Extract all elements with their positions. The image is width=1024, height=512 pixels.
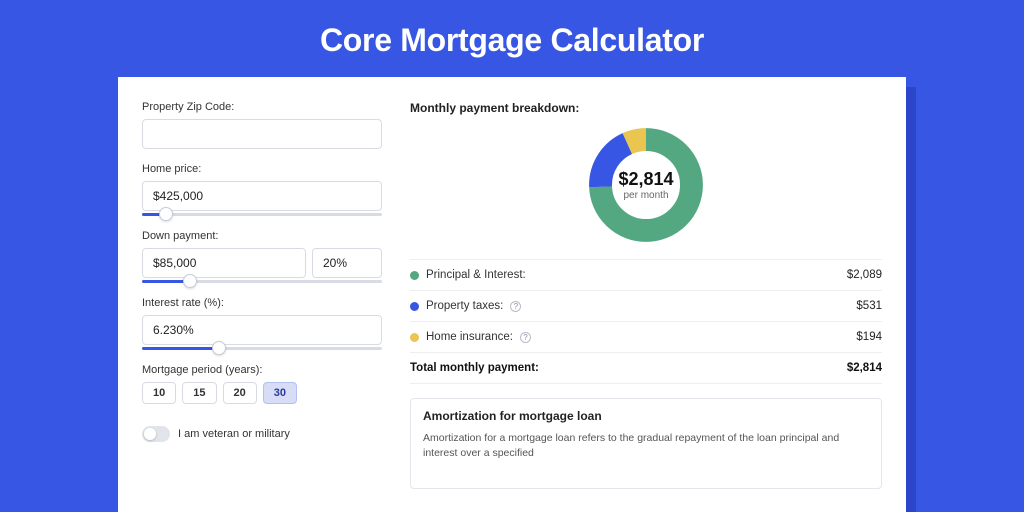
breakdown-title: Monthly payment breakdown: [410,101,882,115]
veteran-row: I am veteran or military [142,426,382,442]
breakdown-column: Monthly payment breakdown: $2,814 per mo… [410,101,882,489]
legend-dot-icon [410,271,419,280]
amortization-body: Amortization for a mortgage loan refers … [423,431,869,460]
amortization-title: Amortization for mortgage loan [423,409,869,423]
breakdown-rows: Principal & Interest: $2,089 Property taxe… [410,259,882,384]
breakdown-row-label: Property taxes: [426,300,503,312]
down-payment-slider[interactable] [142,280,382,283]
breakdown-row-value: $194 [856,331,882,343]
slider-thumb[interactable] [183,274,197,288]
calculator-card: Property Zip Code: Home price: Down paym… [118,77,906,512]
total-value: $2,814 [847,362,882,374]
info-icon[interactable]: ? [520,332,531,343]
period-chip-15[interactable]: 15 [182,382,216,404]
down-payment-label: Down payment: [142,230,382,242]
breakdown-row-value: $2,089 [847,269,882,281]
breakdown-row: Property taxes:? $531 [410,291,882,322]
donut-center: $2,814 per month [586,125,706,245]
home-price-group: Home price: [142,163,382,216]
legend-dot-icon [410,302,419,311]
home-price-input[interactable] [142,181,382,211]
down-payment-input[interactable] [142,248,306,278]
veteran-label: I am veteran or military [178,428,290,440]
breakdown-row-value: $531 [856,300,882,312]
form-column: Property Zip Code: Home price: Down paym… [142,101,382,489]
home-price-slider[interactable] [142,213,382,216]
veteran-toggle[interactable] [142,426,170,442]
donut-sub: per month [623,190,668,201]
period-chips: 10 15 20 30 [142,382,382,404]
period-label: Mortgage period (years): [142,364,382,376]
breakdown-row: Principal & Interest: $2,089 [410,260,882,291]
home-price-label: Home price: [142,163,382,175]
period-chip-10[interactable]: 10 [142,382,176,404]
total-label: Total monthly payment: [410,362,539,374]
zip-label: Property Zip Code: [142,101,382,113]
interest-input[interactable] [142,315,382,345]
interest-label: Interest rate (%): [142,297,382,309]
info-icon[interactable]: ? [510,301,521,312]
interest-group: Interest rate (%): [142,297,382,350]
breakdown-row-label: Home insurance: [426,331,513,343]
period-chip-20[interactable]: 20 [223,382,257,404]
down-payment-pct-input[interactable] [312,248,382,278]
breakdown-row-label: Principal & Interest: [426,269,526,281]
donut-chart: $2,814 per month [410,125,882,245]
slider-thumb[interactable] [212,341,226,355]
breakdown-total-row: Total monthly payment: $2,814 [410,353,882,384]
donut-value: $2,814 [618,169,673,190]
interest-slider[interactable] [142,347,382,350]
down-payment-group: Down payment: [142,230,382,283]
page-title: Core Mortgage Calculator [0,0,1024,77]
slider-thumb[interactable] [159,207,173,221]
zip-input[interactable] [142,119,382,149]
breakdown-row: Home insurance:? $194 [410,322,882,353]
legend-dot-icon [410,333,419,342]
period-group: Mortgage period (years): 10 15 20 30 [142,364,382,404]
zip-group: Property Zip Code: [142,101,382,149]
period-chip-30[interactable]: 30 [263,382,297,404]
amortization-card: Amortization for mortgage loan Amortizat… [410,398,882,489]
